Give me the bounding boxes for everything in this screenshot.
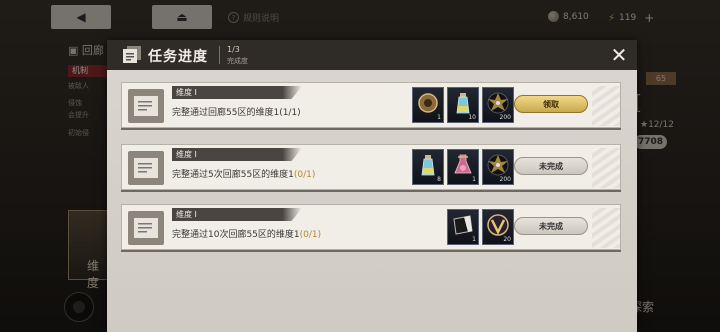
task-progress-dialog: 任务进度 1/3 完成度 ✕ ▪▪▪ 维度 I 完整通过回廊55区的维度1(1/… (107, 40, 637, 332)
reward-item[interactable]: 20 (482, 209, 514, 245)
task-row: ▪▪▪ 维度 I 完整通过回廊55区的维度1(1/1) 1 (121, 82, 621, 128)
completion-label: 完成度 (227, 57, 248, 65)
document-stack-icon (123, 46, 141, 63)
reward-item[interactable]: 200 (482, 149, 514, 185)
row-decoration (592, 86, 620, 126)
completion-count: 1/3 (227, 45, 240, 54)
note-card-icon (134, 218, 158, 238)
row-decoration (592, 148, 620, 188)
task-description: 完整通过回廊55区的维度1(1/1) (172, 108, 301, 118)
header-divider (219, 46, 220, 64)
vinyl-record-icon (487, 92, 509, 114)
task-row: ▪▪▪ 维度 I 完整通过5次回廊55区的维度1(0/1) 8 (121, 144, 621, 190)
reward-item[interactable]: 10 (447, 87, 479, 123)
note-card-icon (134, 158, 158, 178)
bronze-disc-icon (418, 93, 438, 113)
close-button[interactable]: ✕ (607, 43, 631, 67)
task-name: 维度 I (172, 86, 302, 99)
potion-bottle-icon (421, 155, 435, 176)
task-description: 完整通过10次回廊55区的维度1(0/1) (172, 230, 322, 240)
incomplete-button[interactable]: 未完成 (514, 157, 588, 175)
task-icon (128, 211, 164, 245)
dialog-title: 任务进度 (148, 49, 208, 65)
reward-list: 8 1 200 (412, 149, 514, 187)
potion-bottle-icon (456, 93, 470, 114)
claim-button[interactable]: 领取 (514, 95, 588, 113)
vinyl-record-icon (487, 154, 509, 176)
task-name: 维度 I (172, 208, 302, 221)
dialog-header: 任务进度 1/3 完成度 ✕ (107, 40, 637, 70)
reward-item[interactable]: 1 (447, 149, 479, 185)
reward-item[interactable]: 200 (482, 87, 514, 123)
incomplete-button[interactable]: 未完成 (514, 217, 588, 235)
pink-flask-icon (454, 154, 472, 174)
task-icon (128, 151, 164, 185)
reward-list: 1 10 200 (412, 87, 514, 125)
task-row: ▪▪▪ 维度 I 完整通过10次回廊55区的维度1(0/1) 1 (121, 204, 621, 250)
black-card-icon (453, 215, 473, 235)
note-card-icon (134, 96, 158, 116)
reward-list: 1 20 (447, 209, 514, 247)
reward-item[interactable]: 1 (447, 209, 479, 245)
task-icon (128, 89, 164, 123)
gold-emblem-icon (487, 214, 509, 236)
reward-item[interactable]: 8 (412, 149, 444, 185)
task-name: 维度 I (172, 148, 302, 161)
task-description: 完整通过5次回廊55区的维度1(0/1) (172, 170, 316, 180)
reward-item[interactable]: 1 (412, 87, 444, 123)
close-icon: ✕ (610, 43, 628, 67)
row-decoration (592, 208, 620, 248)
